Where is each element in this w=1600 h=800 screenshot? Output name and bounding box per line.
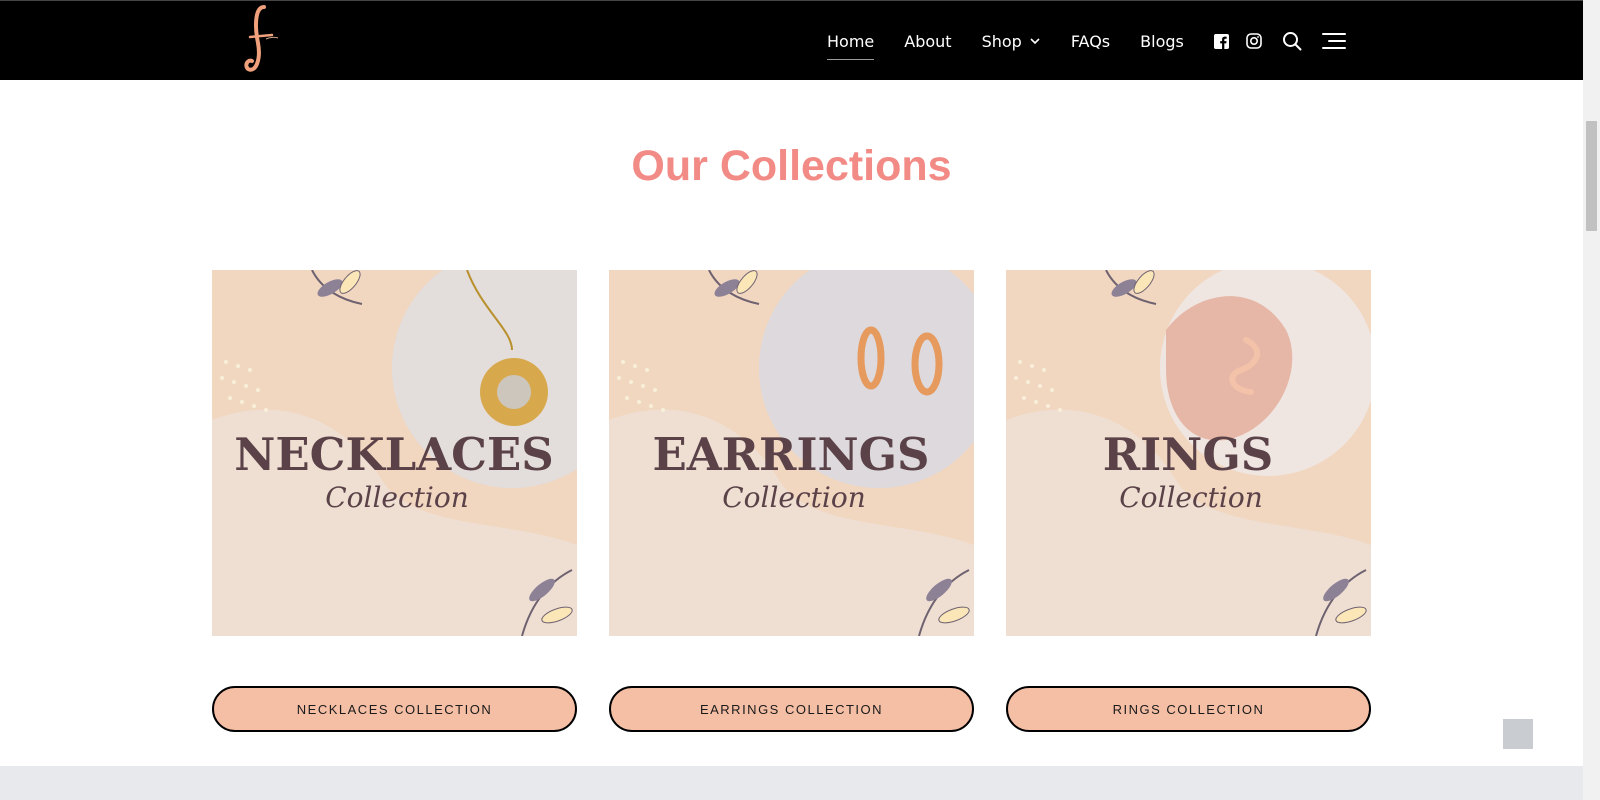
scrollbar-thumb[interactable] <box>1586 121 1597 231</box>
nav-blogs[interactable]: Blogs <box>1140 1 1184 81</box>
earrings-image-title: EARRINGS <box>652 428 929 481</box>
instagram-icon[interactable] <box>1246 33 1262 49</box>
nav-about-label: About <box>904 31 952 51</box>
back-to-top-button[interactable] <box>1503 719 1533 749</box>
nav-faqs[interactable]: FAQs <box>1071 1 1110 81</box>
search-icon[interactable] <box>1282 31 1302 51</box>
next-section-band <box>0 766 1583 800</box>
nav-shop-label: Shop <box>981 31 1022 51</box>
chevron-down-icon <box>1030 38 1040 45</box>
necklaces-collection-button[interactable]: NECKLACES COLLECTION <box>212 686 577 732</box>
rings-collection-button[interactable]: RINGS COLLECTION <box>1006 686 1371 732</box>
earrings-collection-image[interactable]: EARRINGS Collection <box>609 270 974 636</box>
page-scrollbar[interactable] <box>1583 0 1600 800</box>
rings-collection-image[interactable]: RINGS Collection <box>1006 270 1371 636</box>
section-title: Our Collections <box>631 142 952 190</box>
script-f-logo-icon <box>244 5 279 72</box>
nav-blogs-label: Blogs <box>1140 31 1184 51</box>
nav-about[interactable]: About <box>904 1 951 81</box>
nav-home[interactable]: Home <box>827 1 875 81</box>
header-icons <box>1214 1 1362 81</box>
rings-image-subtitle: Collection <box>1119 481 1263 514</box>
main-nav: Home About Shop FAQs Blogs <box>827 1 1362 81</box>
menu-icon[interactable] <box>1321 32 1346 50</box>
facebook-icon[interactable] <box>1214 33 1230 49</box>
necklaces-collection-image[interactable]: NECKLACES Collection <box>212 270 577 636</box>
site-header: Home About Shop FAQs Blogs <box>0 0 1583 80</box>
nav-shop[interactable]: Shop <box>982 1 1041 81</box>
earrings-collection-button[interactable]: EARRINGS COLLECTION <box>609 686 974 732</box>
site-logo[interactable] <box>238 3 286 75</box>
earrings-image-subtitle: Collection <box>722 481 866 514</box>
rings-image-title: RINGS <box>1103 428 1274 481</box>
necklaces-image-title: NECKLACES <box>234 428 554 481</box>
necklaces-image-subtitle: Collection <box>325 481 469 514</box>
nav-faqs-label: FAQs <box>1070 31 1111 51</box>
nav-home-label: Home <box>827 31 875 51</box>
